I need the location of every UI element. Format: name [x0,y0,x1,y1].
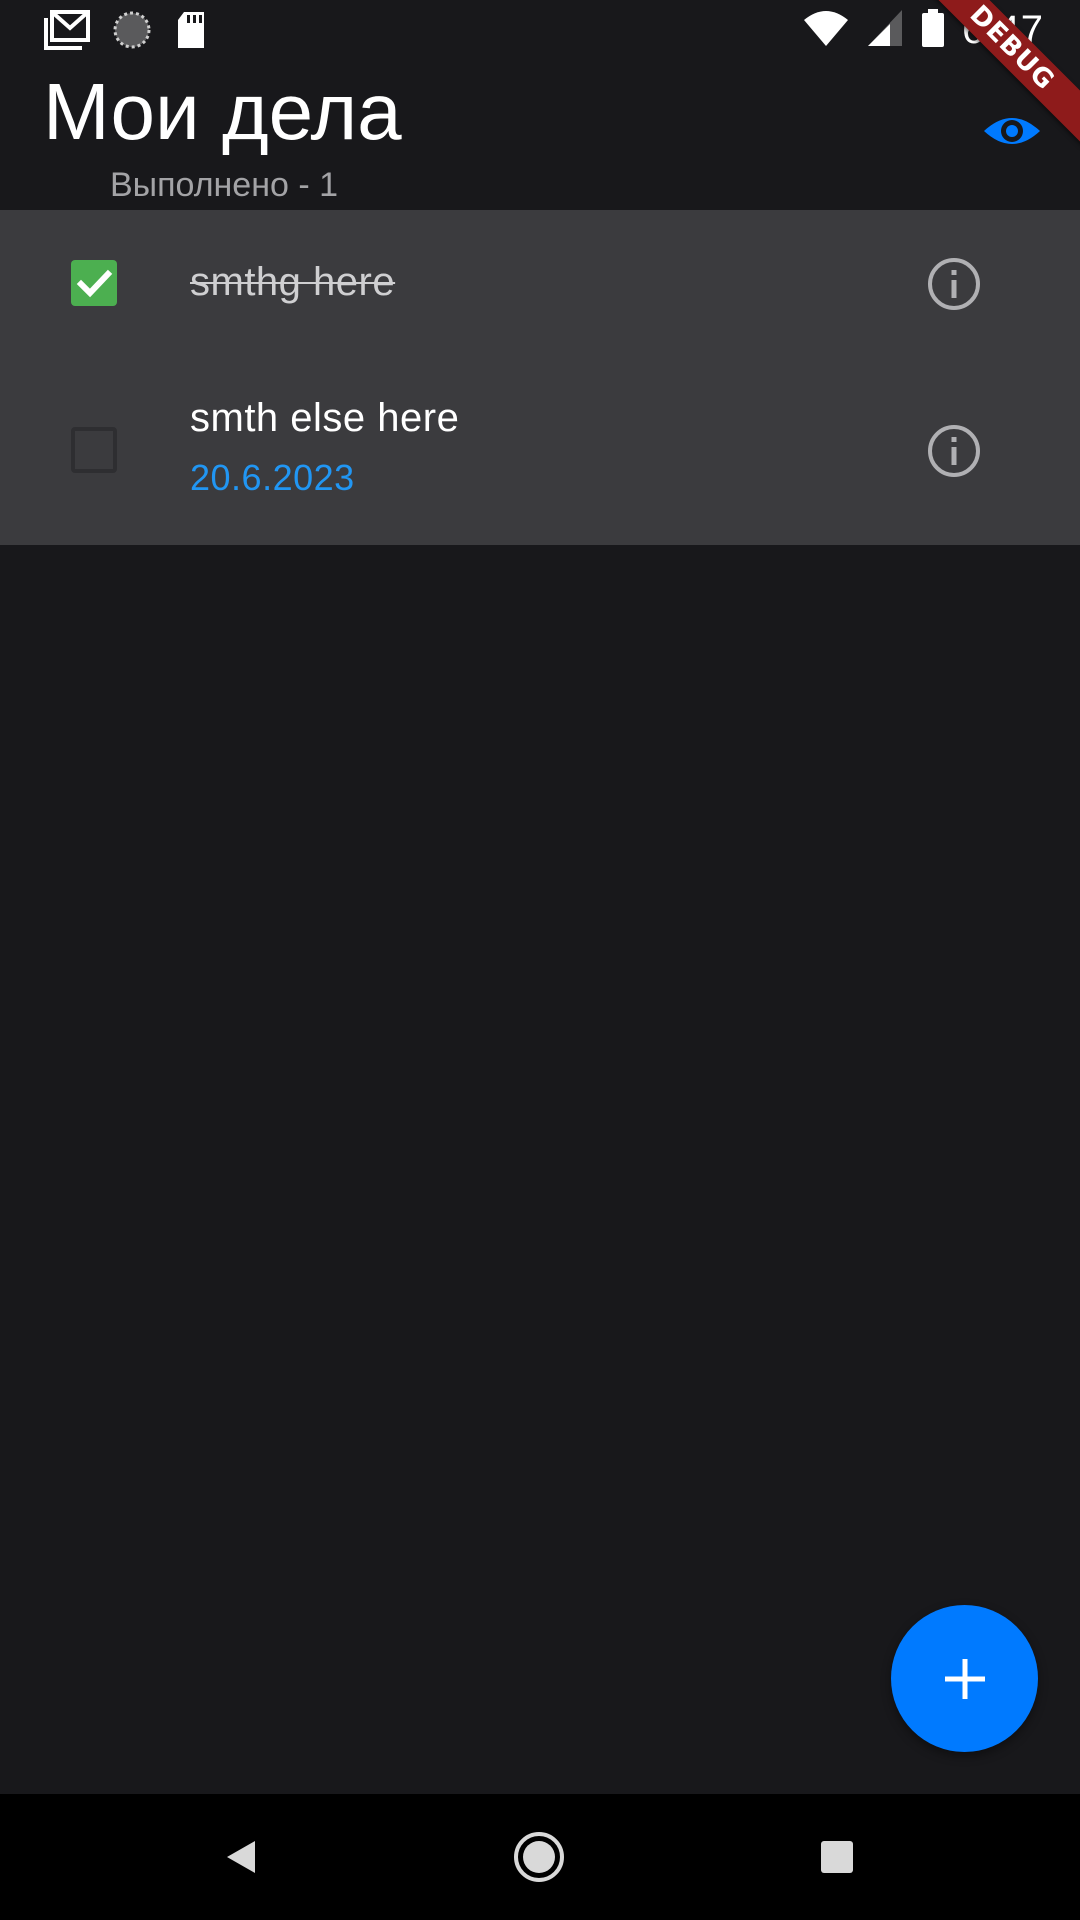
task-row[interactable]: smth else here 20.6.2023 [0,355,1080,545]
screen: 6:47 DEBUG Мои дела Выполнено - 1 [0,0,1080,1920]
task-checkbox-unchecked[interactable] [71,427,117,473]
visibility-toggle-button[interactable] [974,108,1050,158]
task-date: 20.6.2023 [190,457,355,498]
gmail-icon [44,10,90,55]
task-info-button[interactable] [926,256,982,312]
nav-home-button[interactable] [506,1824,572,1890]
task-info-button[interactable] [926,423,982,479]
recents-icon [821,1841,853,1873]
status-left-icons [44,10,208,55]
info-icon [928,258,980,310]
nav-recents-button[interactable] [804,1824,870,1890]
add-task-button[interactable] [891,1605,1038,1752]
app-header: Мои дела Выполнено - 1 [0,64,1080,210]
eye-icon [982,111,1042,156]
back-icon [227,1841,255,1873]
cell-signal-icon [866,8,904,53]
task-row[interactable]: smthg here [0,210,1080,355]
nav-back-button[interactable] [208,1824,274,1890]
done-counter: Выполнено - 1 [110,166,339,204]
task-title: smth else here [190,396,460,440]
system-nav-bar [0,1794,1080,1920]
home-icon [514,1832,564,1882]
task-title: smthg here [190,260,396,304]
sync-icon [112,10,152,55]
battery-icon [920,8,946,53]
info-icon [928,425,980,477]
check-icon [76,269,113,298]
task-list: smthg here smth else here 20.6.2023 [0,210,1080,545]
plus-icon [944,1658,985,1699]
task-checkbox-checked[interactable] [71,260,117,306]
page-title: Мои дела [43,67,402,156]
wifi-icon [802,8,850,53]
status-bar: 6:47 [0,0,1080,64]
sd-card-icon [174,10,208,55]
